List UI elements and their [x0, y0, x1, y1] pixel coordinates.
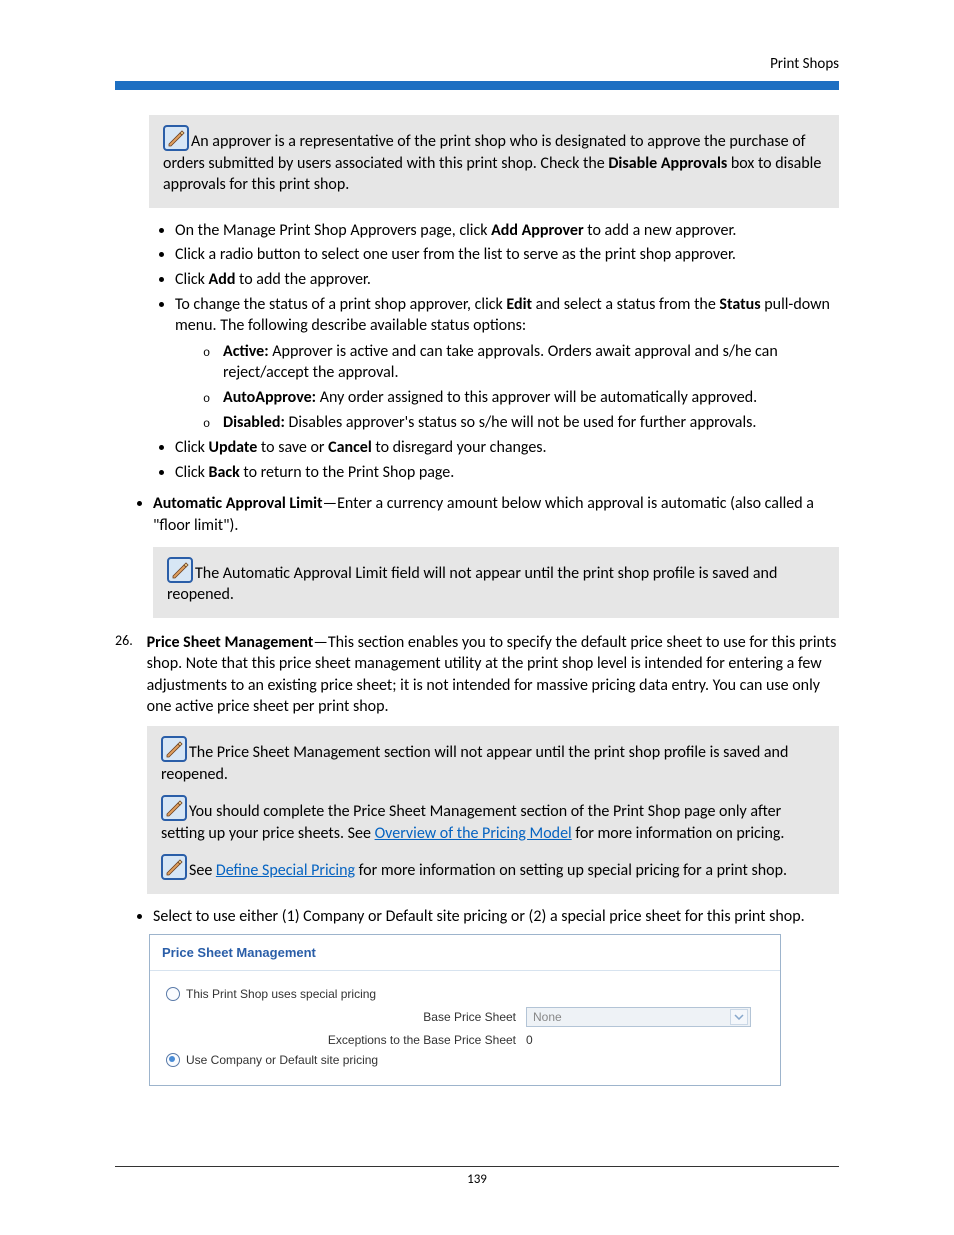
text: Click — [175, 438, 209, 457]
note-approver-bold: Disable Approvals — [608, 154, 727, 173]
bullet-click-add: Click Add to add the approver. — [175, 269, 839, 291]
bullet-select-pricing: Select to use either (1) Company or Defa… — [153, 906, 839, 928]
bold-text: AutoApprove: — [223, 388, 316, 407]
status-active: Active: Approver is active and can take … — [203, 341, 839, 384]
bullet-radio-select: Click a radio button to select one user … — [175, 244, 839, 266]
page-header-title: Print Shops — [115, 55, 839, 73]
panel-body: This Print Shop uses special pricing Bas… — [150, 971, 780, 1085]
option-label: Use Company or Default site pricing — [186, 1053, 378, 1067]
radio-icon — [166, 1053, 180, 1067]
chevron-down-icon — [730, 1009, 748, 1025]
price-sheet-management-panel: Price Sheet Management This Print Shop u… — [149, 934, 781, 1086]
text: to disregard your changes. — [372, 438, 547, 457]
note-approver: An approver is a representative of the p… — [149, 115, 839, 208]
status-options-list: Active: Approver is active and can take … — [175, 341, 839, 433]
bold-text: Automatic Approval Limit — [153, 494, 323, 513]
note-psm-saved: The Price Sheet Management section will … — [147, 726, 839, 894]
bullet-automatic-approval-limit: Automatic Approval Limit—Enter a currenc… — [153, 493, 839, 617]
text: On the Manage Print Shop Approvers page,… — [175, 221, 491, 240]
text: to add a new approver. — [584, 221, 737, 240]
bold-text: Cancel — [328, 438, 372, 457]
text: for more information on setting up speci… — [355, 861, 787, 880]
bold-text: Disabled: — [223, 413, 285, 432]
pencil-note-icon — [161, 795, 187, 821]
field-base-price-sheet: Base Price Sheet None — [166, 1007, 764, 1027]
text: to add the approver. — [235, 270, 371, 289]
footer-divider — [115, 1166, 839, 1167]
outer-bullets-1: Automatic Approval Limit—Enter a currenc… — [115, 493, 839, 617]
panel-title: Price Sheet Management — [150, 935, 780, 971]
select-value: None — [533, 1010, 562, 1024]
pencil-note-icon — [167, 557, 193, 583]
text: for more information on pricing. — [572, 824, 785, 843]
text: and select a status from the — [532, 295, 719, 314]
option-company-default-pricing[interactable]: Use Company or Default site pricing — [166, 1053, 764, 1067]
bullet-change-status: To change the status of a print shop app… — [175, 294, 839, 434]
link-define-special-pricing[interactable]: Define Special Pricing — [216, 861, 355, 880]
bold-text: Edit — [506, 295, 532, 314]
header-accent-bar — [115, 81, 839, 90]
bullet-add-approver: On the Manage Print Shop Approvers page,… — [175, 220, 839, 242]
bold-text: Update — [209, 438, 258, 457]
bold-text: Add — [209, 270, 236, 289]
text: To change the status of a print shop app… — [175, 295, 506, 314]
price-sheet-notes-block: The Price Sheet Management section will … — [147, 726, 839, 894]
bold-text: Add Approver — [491, 221, 584, 240]
numbered-item-26: 26. Price Sheet Management—This section … — [115, 632, 839, 718]
pencil-note-icon — [161, 854, 187, 880]
pencil-note-icon — [161, 736, 187, 762]
text: Approver is active and can take approval… — [223, 342, 778, 383]
note-psm-saved-text: The Price Sheet Management section will … — [161, 743, 788, 784]
text: Any order assigned to this approver will… — [316, 388, 757, 407]
status-autoapprove: AutoApprove: Any order assigned to this … — [203, 387, 839, 409]
note-aal-text: The Automatic Approval Limit field will … — [167, 564, 777, 605]
text: Disables approver's status so s/he will … — [285, 413, 757, 432]
field-label: Base Price Sheet — [166, 1010, 526, 1024]
approver-bullets: On the Manage Print Shop Approvers page,… — [115, 220, 839, 484]
text: to return to the Print Shop page. — [240, 463, 455, 482]
bullet-back: Click Back to return to the Print Shop p… — [175, 462, 839, 484]
text: Click — [175, 270, 209, 289]
field-exceptions: Exceptions to the Base Price Sheet 0 — [166, 1033, 764, 1047]
bold-text: Active: — [223, 342, 269, 361]
outer-bullets-2: Select to use either (1) Company or Defa… — [115, 906, 839, 928]
radio-icon — [166, 987, 180, 1001]
note-aal: The Automatic Approval Limit field will … — [153, 547, 839, 618]
link-overview-pricing-model[interactable]: Overview of the Pricing Model — [375, 824, 572, 843]
item-body: Price Sheet Management—This section enab… — [147, 632, 839, 718]
pencil-note-icon — [163, 125, 189, 151]
text: See — [189, 861, 216, 880]
document-page: Print Shops An approver is a representat… — [0, 0, 954, 1235]
page-number: 139 — [0, 1172, 954, 1187]
text: to save or — [257, 438, 328, 457]
bullet-update-cancel: Click Update to save or Cancel to disreg… — [175, 437, 839, 459]
item-number: 26. — [115, 632, 143, 651]
option-label: This Print Shop uses special pricing — [186, 987, 376, 1001]
field-label: Exceptions to the Base Price Sheet — [166, 1033, 526, 1047]
option-special-pricing[interactable]: This Print Shop uses special pricing — [166, 987, 764, 1001]
base-price-sheet-select[interactable]: None — [526, 1007, 751, 1027]
bold-text: Status — [719, 295, 760, 314]
bold-text: Back — [209, 463, 240, 482]
status-disabled: Disabled: Disables approver's status so … — [203, 412, 839, 434]
text: Click — [175, 463, 209, 482]
bold-text: Price Sheet Management — [147, 633, 314, 652]
field-value: 0 — [526, 1033, 566, 1047]
